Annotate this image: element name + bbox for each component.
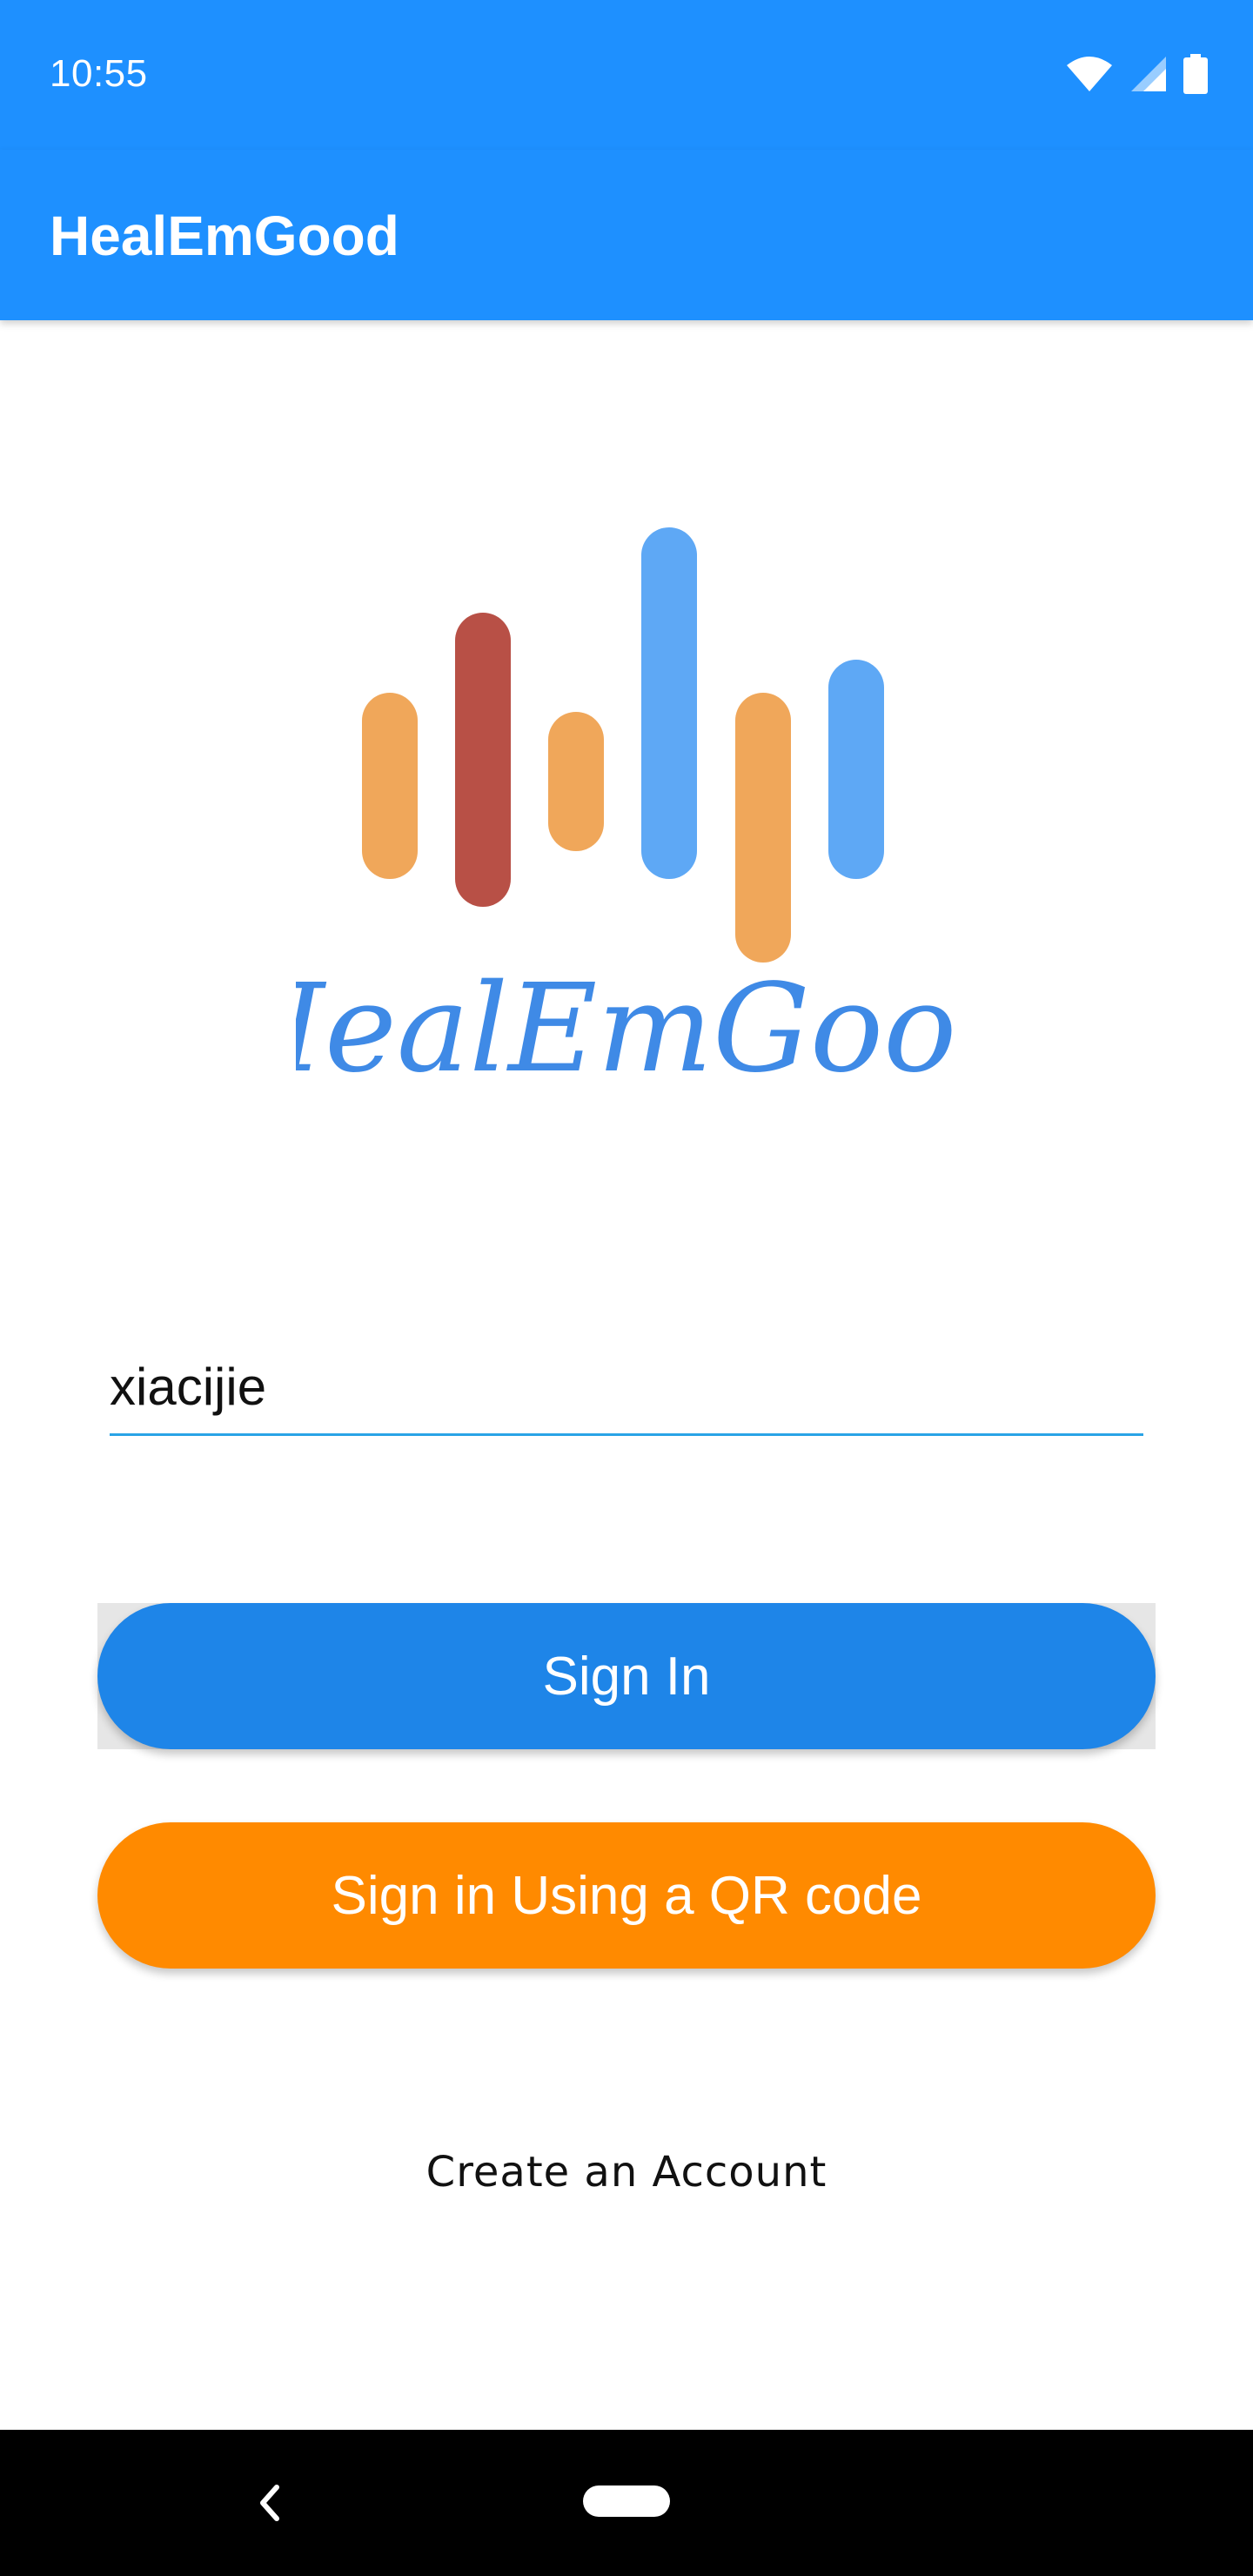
- app-bar: HealEmGood: [0, 150, 1253, 320]
- status-time: 10:55: [50, 52, 148, 95]
- status-icons: [1065, 54, 1208, 94]
- back-icon[interactable]: [252, 2479, 287, 2527]
- qr-sign-in-button[interactable]: Sign in Using a QR code: [97, 1822, 1156, 1969]
- create-account-link[interactable]: Create an Account: [0, 2148, 1253, 2197]
- home-pill-icon[interactable]: [583, 2485, 670, 2517]
- app-logo: HealEmGood: [296, 527, 957, 1100]
- logo-bars-icon: [362, 527, 884, 963]
- navigation-bar: [0, 2430, 1253, 2576]
- sign-in-button[interactable]: Sign In: [97, 1603, 1156, 1749]
- username-input[interactable]: [110, 1340, 1143, 1436]
- wifi-icon: [1067, 57, 1112, 91]
- status-bar: 10:55: [0, 0, 1253, 150]
- signal-icon: [1131, 57, 1166, 91]
- battery-icon: [1183, 54, 1208, 94]
- app-title: HealEmGood: [50, 205, 399, 267]
- logo-wordmark: HealEmGood: [296, 958, 957, 1100]
